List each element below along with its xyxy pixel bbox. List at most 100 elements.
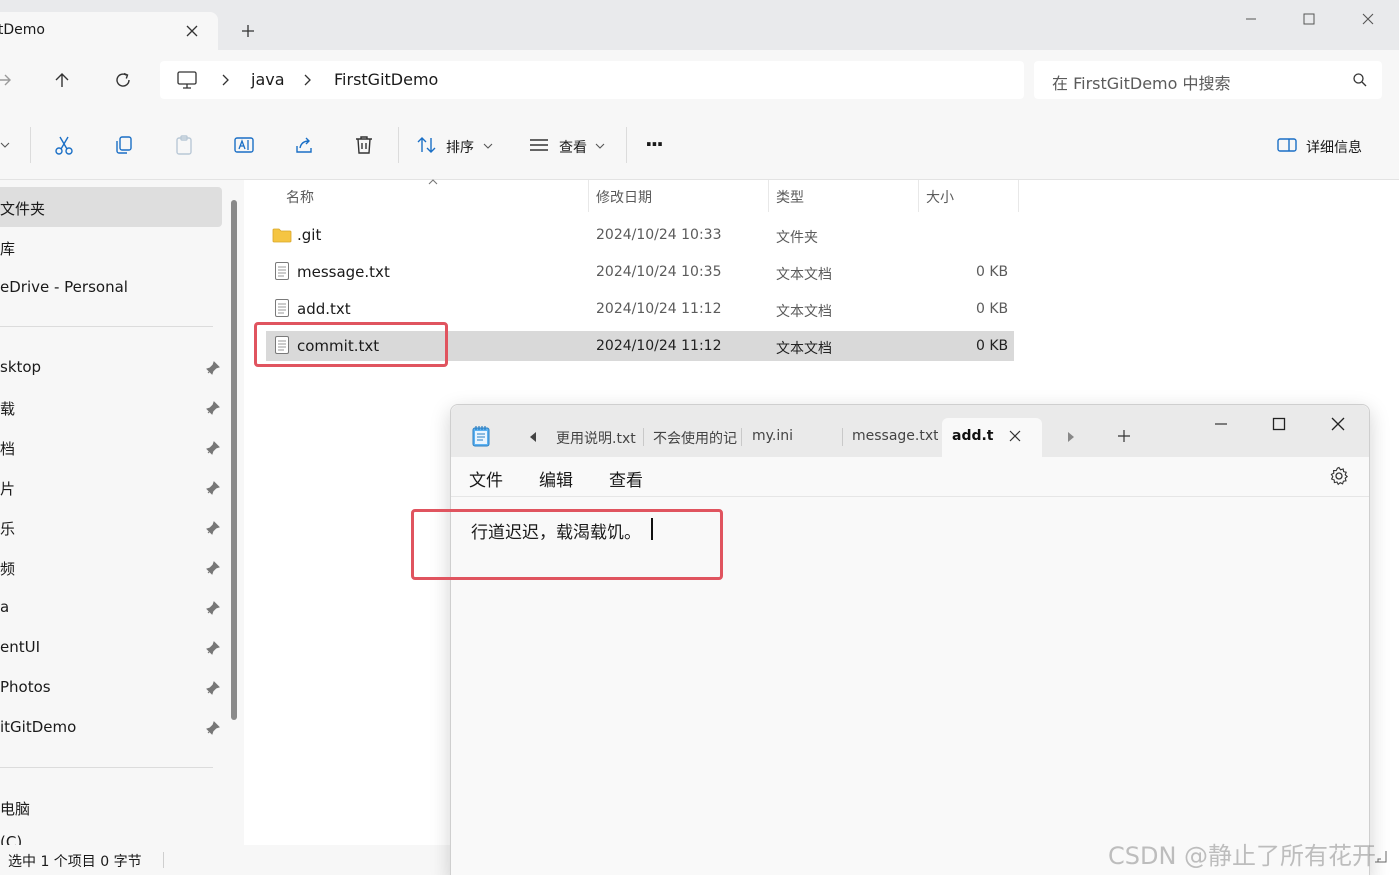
- notepad-tab[interactable]: 不会使用的记: [653, 428, 739, 448]
- nav-item-onedrive[interactable]: eDrive - Personal: [0, 278, 128, 296]
- scroll-tabs-right-icon[interactable]: [1066, 431, 1076, 443]
- minimize-icon[interactable]: [1213, 416, 1229, 432]
- nav-divider: [0, 767, 213, 768]
- file-size: 0 KB: [976, 301, 1009, 317]
- file-type: 文件夹: [776, 230, 818, 246]
- nav-item-this-pc[interactable]: 电脑: [0, 798, 30, 819]
- new-tab-icon[interactable]: [240, 23, 256, 39]
- view-icon[interactable]: [528, 134, 550, 156]
- column-header-modified[interactable]: 修改日期: [596, 187, 652, 207]
- highlight-box-commit: [254, 322, 448, 367]
- column-divider[interactable]: [588, 180, 589, 212]
- up-icon[interactable]: [53, 71, 71, 89]
- file-type: 文本文档: [776, 304, 832, 320]
- this-pc-icon[interactable]: [176, 70, 198, 90]
- nav-item-entui[interactable]: entUI: [0, 638, 40, 656]
- sort-icon[interactable]: [416, 134, 438, 156]
- column-header-name[interactable]: 名称: [286, 187, 314, 207]
- close-tab-icon[interactable]: [1008, 429, 1022, 443]
- sort-button[interactable]: 排序: [446, 137, 474, 157]
- column-divider[interactable]: [1018, 180, 1019, 212]
- refresh-icon[interactable]: [114, 71, 132, 89]
- pin-icon: [206, 441, 220, 455]
- file-modified: 2024/10/24 10:35: [596, 264, 722, 280]
- nav-item-gitdemo[interactable]: itGitDemo: [0, 718, 76, 736]
- rename-icon[interactable]: [233, 134, 255, 156]
- menu-view[interactable]: 查看: [609, 466, 643, 491]
- chevron-right-icon[interactable]: [220, 73, 232, 87]
- nav-item-pictures[interactable]: 片: [0, 478, 15, 499]
- file-type: 文本文档: [776, 341, 832, 357]
- pin-icon: [206, 641, 220, 655]
- breadcrumb-java[interactable]: java: [251, 70, 285, 89]
- close-tab-icon[interactable]: [184, 23, 200, 39]
- chevron-right-icon[interactable]: [302, 73, 314, 87]
- nav-scrollbar[interactable]: [231, 200, 237, 720]
- pin-icon: [206, 721, 220, 735]
- nav-item-downloads[interactable]: 载: [0, 398, 15, 419]
- close-window-icon[interactable]: [1360, 11, 1376, 27]
- share-icon[interactable]: [293, 134, 315, 156]
- notepad-tab[interactable]: 更用说明.txt: [556, 428, 640, 448]
- forward-icon[interactable]: [0, 72, 12, 88]
- column-divider[interactable]: [918, 180, 919, 212]
- nav-item-library[interactable]: 库: [0, 238, 15, 259]
- column-header-type[interactable]: 类型: [776, 187, 804, 207]
- status-divider: [163, 852, 164, 868]
- file-name[interactable]: message.txt: [297, 263, 390, 281]
- sort-up-icon: [428, 178, 438, 186]
- chevron-down-icon[interactable]: [0, 140, 10, 150]
- pin-icon: [206, 521, 220, 535]
- nav-item-music[interactable]: 乐: [0, 518, 15, 539]
- cut-icon[interactable]: [53, 134, 75, 156]
- search-icon[interactable]: [1352, 72, 1368, 88]
- scroll-tabs-left-icon[interactable]: [528, 431, 538, 443]
- nav-item-desktop[interactable]: sktop: [0, 358, 41, 376]
- notepad-menu-bar: [451, 457, 1369, 497]
- nav-item-videos[interactable]: 频: [0, 558, 15, 579]
- nav-item-a[interactable]: a: [0, 598, 9, 616]
- file-modified: 2024/10/24 11:12: [596, 338, 722, 354]
- new-tab-icon[interactable]: [1117, 429, 1131, 443]
- close-window-icon[interactable]: [1330, 416, 1346, 432]
- delete-icon[interactable]: [353, 134, 375, 156]
- tab-divider: [842, 428, 843, 446]
- text-file-icon: [275, 299, 289, 317]
- details-button[interactable]: 详细信息: [1306, 137, 1362, 157]
- file-name[interactable]: .git: [297, 226, 321, 244]
- pin-icon: [206, 361, 220, 375]
- more-options-button[interactable]: ···: [645, 132, 664, 156]
- settings-gear-icon[interactable]: [1329, 466, 1349, 486]
- file-name[interactable]: add.txt: [297, 300, 351, 318]
- status-text: 选中 1 个项目 0 字节: [8, 854, 142, 870]
- address-bar[interactable]: [160, 61, 1024, 99]
- notepad-tab[interactable]: my.ini: [752, 428, 838, 444]
- menu-edit[interactable]: 编辑: [539, 466, 573, 491]
- nav-item-documents[interactable]: 档: [0, 438, 15, 459]
- pin-icon: [206, 481, 220, 495]
- chevron-down-icon[interactable]: [483, 141, 493, 151]
- notepad-active-tab-label[interactable]: add.t:: [952, 428, 994, 444]
- nav-item-photos[interactable]: Photos: [0, 678, 51, 696]
- column-divider[interactable]: [768, 180, 769, 212]
- watermark: CSDN @静止了所有花开: [1108, 842, 1377, 870]
- menu-file[interactable]: 文件: [469, 466, 503, 491]
- minimize-icon[interactable]: [1243, 11, 1259, 27]
- copy-icon[interactable]: [113, 134, 135, 156]
- view-button[interactable]: 查看: [559, 137, 587, 157]
- pin-icon: [206, 401, 220, 415]
- maximize-icon[interactable]: [1301, 11, 1317, 27]
- details-pane-icon[interactable]: [1276, 134, 1298, 156]
- notepad-tab[interactable]: message.txt: [852, 428, 938, 444]
- highlight-box-content: [411, 509, 723, 580]
- column-header-size[interactable]: 大小: [926, 187, 954, 207]
- nav-item-folder[interactable]: 文件夹: [0, 198, 45, 219]
- chevron-down-icon[interactable]: [595, 141, 605, 151]
- file-type: 文本文档: [776, 267, 832, 283]
- nav-item-c-drive[interactable]: (C): [0, 835, 22, 845]
- breadcrumb-firstgitdemo[interactable]: FirstGitDemo: [334, 70, 438, 89]
- toolbar-divider: [626, 127, 627, 163]
- pin-icon: [206, 561, 220, 575]
- paste-icon[interactable]: [173, 134, 195, 156]
- maximize-icon[interactable]: [1271, 416, 1287, 432]
